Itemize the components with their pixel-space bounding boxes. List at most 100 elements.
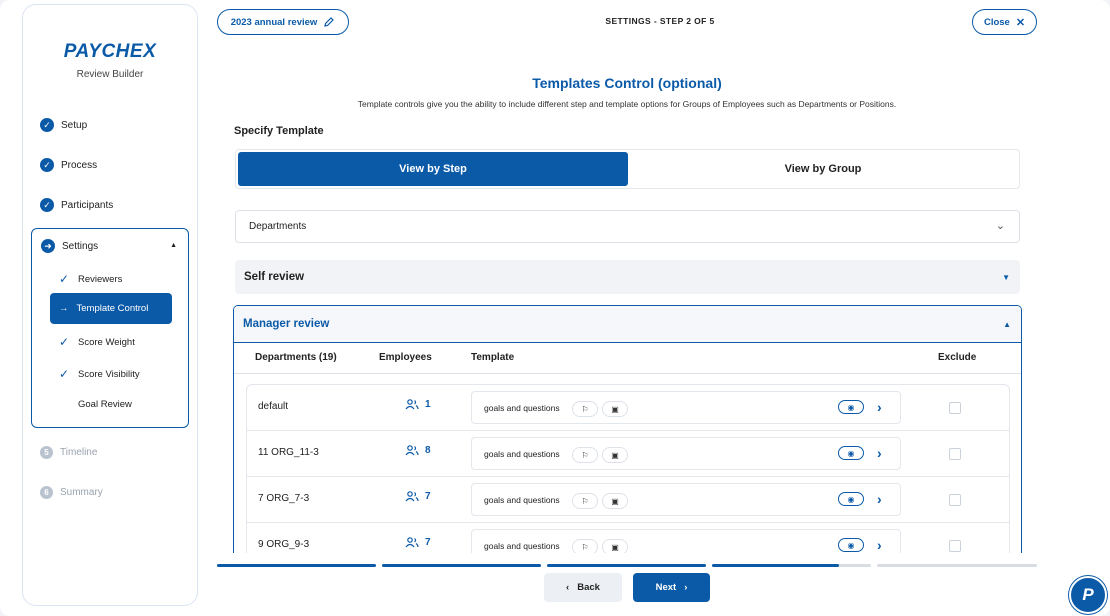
paychex-assistant-icon[interactable]: P [1069, 576, 1107, 614]
progress-fill [217, 564, 376, 567]
eye-icon[interactable]: ◉ [838, 538, 864, 552]
page-description: Template controls give you the ability t… [357, 99, 897, 109]
exclude-checkbox[interactable] [949, 494, 961, 506]
app-subtitle: Review Builder [76, 69, 144, 80]
check-icon: ✓ [58, 335, 70, 349]
chevron-right-icon[interactable]: › [877, 399, 882, 415]
nav-sub-label: Reviewers [78, 273, 123, 285]
accordion-title: Self review [244, 271, 305, 283]
manager-review-accordion: Manager review ▲ Departments (19) Employ… [233, 305, 1022, 553]
next-button[interactable]: Next › [633, 573, 710, 602]
sidebar: PAYCHEX Review Builder ✓ Setup ✓ Process… [22, 4, 198, 606]
self-review-accordion[interactable]: Self review ▼ [235, 260, 1020, 294]
employees-count-button[interactable]: 7 [405, 491, 431, 502]
department-name: 11 ORG_11-3 [258, 447, 319, 458]
employees-count-button[interactable]: 7 [405, 537, 431, 548]
employee-count: 8 [425, 445, 431, 456]
card-icon: ▣ [602, 539, 628, 553]
nav-step-summary: 6 Summary [40, 486, 103, 499]
progress-segment [217, 564, 376, 567]
nav-step-setup[interactable]: ✓ Setup [40, 118, 87, 132]
nav-step-label: Summary [60, 487, 103, 498]
chevron-right-icon[interactable]: › [877, 537, 882, 553]
arrow-right-circle-icon: ➜ [41, 239, 55, 253]
review-name: 2023 annual review [230, 16, 318, 28]
nav-step-label: Process [61, 159, 98, 171]
employee-count: 1 [425, 399, 431, 410]
nav-step-label: Setup [61, 119, 88, 131]
close-label: Close [983, 16, 1010, 28]
exclude-checkbox[interactable] [949, 402, 961, 414]
employees-count-button[interactable]: 8 [405, 445, 431, 456]
check-circle-icon: ✓ [40, 158, 54, 172]
eye-icon[interactable]: ◉ [838, 446, 864, 460]
flag-icon: ⚐ [572, 447, 598, 463]
col-employees: Employees [379, 352, 432, 363]
step-number-badge: 6 [40, 486, 53, 499]
progress-segment [712, 564, 871, 567]
eye-icon[interactable]: ◉ [838, 400, 864, 414]
nav-sub-score-visibility[interactable]: ✓ Score Visibility [58, 367, 140, 381]
col-exclude: Exclude [938, 352, 977, 363]
view-by-group-button[interactable]: View by Group [628, 152, 1018, 186]
check-circle-icon: ✓ [40, 118, 54, 132]
nav-sub-label: Score Visibility [78, 368, 140, 380]
template-selector[interactable]: goals and questions ⚐ ▣ ◉ › [471, 529, 901, 553]
employee-count: 7 [425, 491, 431, 502]
department-name: default [258, 401, 289, 412]
nav-sub-score-weight[interactable]: ✓ Score Weight [58, 335, 135, 349]
template-selector[interactable]: goals and questions ⚐ ▣ ◉ › [471, 437, 901, 470]
view-by-step-button[interactable]: View by Step [238, 152, 628, 186]
department-name: 9 ORG_9-3 [258, 539, 310, 550]
nav-step-process[interactable]: ✓ Process [40, 158, 97, 172]
employees-count-button[interactable]: 1 [405, 399, 431, 410]
col-departments: Departments (19) [255, 352, 337, 363]
chevron-right-icon[interactable]: › [877, 491, 882, 507]
progress-fill [712, 564, 840, 567]
review-name-button[interactable]: 2023 annual review [217, 9, 349, 35]
nav-step-label: Participants [61, 199, 114, 211]
flag-icon: ⚐ [572, 493, 598, 509]
settings-group: ➜ Settings ▲ ✓ Reviewers → Template Cont… [31, 228, 189, 428]
nav-step-participants[interactable]: ✓ Participants [40, 198, 113, 212]
app-window: PAYCHEX Review Builder ✓ Setup ✓ Process… [0, 0, 1110, 616]
check-circle-icon: ✓ [40, 198, 54, 212]
card-icon: ▣ [602, 447, 628, 463]
next-label: Next [655, 582, 677, 593]
check-icon: ✓ [58, 367, 70, 381]
page-title: Templates Control (optional) [532, 75, 722, 91]
table-row: default 1 goals and questions ⚐ ▣ ◉ › [247, 385, 1009, 431]
specify-template-label: Specify Template [234, 125, 324, 137]
manager-review-header[interactable]: Manager review ▲ [234, 306, 1021, 343]
nav-sub-reviewers[interactable]: ✓ Reviewers [58, 272, 122, 286]
exclude-checkbox[interactable] [949, 448, 961, 460]
accordion-title: Manager review [243, 318, 330, 330]
group-type-dropdown[interactable]: Departments ⌄ [235, 210, 1020, 243]
table-row: 9 ORG_9-3 7 goals and questions ⚐ ▣ ◉ › [247, 523, 1009, 553]
nav-step-settings[interactable]: ➜ Settings [41, 239, 98, 253]
template-selector[interactable]: goals and questions ⚐ ▣ ◉ › [471, 391, 901, 424]
users-icon [405, 537, 419, 548]
nav-sub-template-control[interactable]: → Template Control [50, 293, 172, 324]
back-button[interactable]: ‹ Back [544, 573, 622, 602]
template-name: goals and questions [484, 541, 560, 551]
nav-step-label: Settings [62, 240, 99, 252]
back-label: Back [577, 582, 600, 593]
view-toggle: View by Step View by Group [235, 149, 1020, 189]
chevron-left-icon: ‹ [566, 582, 570, 593]
close-button[interactable]: Close ✕ [972, 9, 1037, 35]
eye-icon[interactable]: ◉ [838, 492, 864, 506]
caret-up-icon[interactable]: ▲ [170, 242, 177, 249]
exclude-checkbox[interactable] [949, 540, 961, 552]
progress-fill [382, 564, 541, 567]
department-table: default 1 goals and questions ⚐ ▣ ◉ › 11… [246, 384, 1010, 553]
template-selector[interactable]: goals and questions ⚐ ▣ ◉ › [471, 483, 901, 516]
users-icon [405, 399, 419, 410]
department-name: 7 ORG_7-3 [258, 493, 310, 504]
users-icon [405, 491, 419, 502]
employee-count: 7 [425, 537, 431, 548]
pencil-icon [324, 17, 335, 27]
users-icon [405, 445, 419, 456]
template-name: goals and questions [484, 403, 560, 413]
chevron-right-icon[interactable]: › [877, 445, 882, 461]
